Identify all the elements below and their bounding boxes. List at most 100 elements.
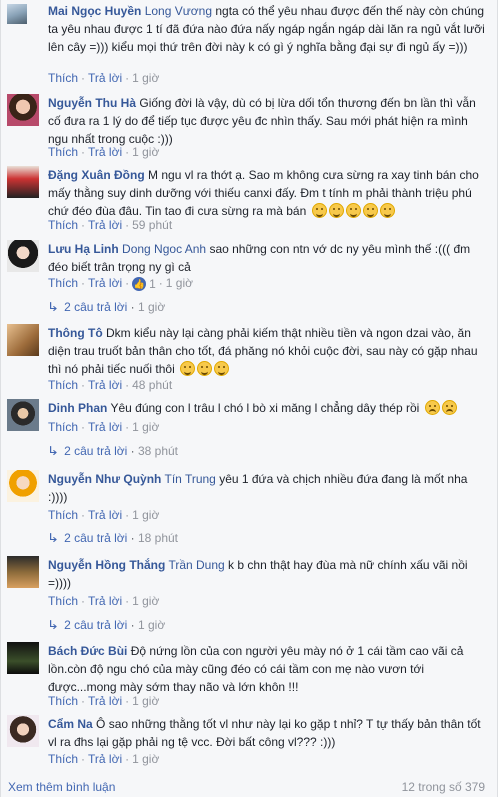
reply-link[interactable]: Trả lời: [88, 218, 122, 232]
commenter-name[interactable]: Nguyễn Thu Hà: [48, 96, 136, 110]
comment-body: Thông Tô Dkm kiểu này lại càng phải kiếm…: [48, 324, 489, 378]
comment-actions: Thích · Trả lời · 1 giờ: [48, 420, 160, 434]
comment-time[interactable]: 48 phút: [132, 378, 172, 392]
comment-time[interactable]: 1 giờ: [166, 276, 193, 290]
replies-link[interactable]: ↳ 2 câu trả lời · 1 giờ: [46, 299, 165, 315]
like-link[interactable]: Thích: [48, 594, 78, 608]
comment-time[interactable]: 1 giờ: [132, 71, 159, 85]
laughing-emoji-icon: [197, 361, 213, 376]
avatar[interactable]: [7, 715, 39, 747]
commenter-name[interactable]: Bách Đức Bùi: [48, 644, 127, 658]
emoji-group: [423, 400, 457, 415]
comment-time[interactable]: 59 phút: [132, 218, 172, 232]
laughing-emoji-icon: [345, 203, 361, 218]
commenter-name[interactable]: Lưu Hạ Linh: [48, 242, 119, 256]
comment-actions: Thích · Trả lời · 1 giờ: [48, 508, 160, 522]
reply-link[interactable]: Trả lời: [88, 145, 122, 159]
like-count[interactable]: 👍 1: [132, 276, 156, 292]
like-link[interactable]: Thích: [48, 378, 78, 392]
like-link[interactable]: Thích: [48, 420, 78, 434]
like-link[interactable]: Thích: [48, 276, 78, 290]
avatar[interactable]: [7, 166, 39, 198]
commenter-name[interactable]: Đặng Xuân Đồng: [48, 168, 145, 182]
comment-item: Dinh Phan Yêu đúng con l trâu l chó l bò…: [7, 399, 489, 463]
replies-link[interactable]: ↳ 2 câu trả lời · 1 giờ: [46, 617, 165, 633]
avatar[interactable]: [7, 470, 39, 502]
comment-body: Cẩm Na Ô sao những thằng tốt vl như này …: [48, 715, 489, 751]
comment-actions: Thích · Trả lời · 1 giờ: [48, 694, 160, 708]
comment-body: Nguyễn Như Quỳnh Tín Trung yêu 1 đứa và …: [48, 470, 489, 506]
emoji-group: [178, 361, 230, 376]
tagged-user[interactable]: Trần Dung: [168, 558, 224, 572]
comments-footer: Xem thêm bình luận 12 trong số 379: [8, 779, 485, 795]
commenter-name[interactable]: Cẩm Na: [48, 717, 93, 731]
reply-arrow-icon: ↳: [46, 300, 60, 314]
comment-body: Đặng Xuân Đồng M ngu vl ra thớt ạ. Sao m…: [48, 166, 489, 220]
thumbs-up-icon: 👍: [132, 276, 147, 291]
reply-link[interactable]: Trả lời: [88, 508, 122, 522]
comment-section: Mai Ngọc Huyền Long Vương ngta có thể yê…: [0, 0, 498, 797]
sad-emoji-icon: [441, 400, 457, 415]
comment-body: Mai Ngọc Huyền Long Vương ngta có thể yê…: [48, 2, 489, 56]
comment-actions: Thích · Trả lời · 1 giờ: [48, 752, 160, 766]
like-link[interactable]: Thích: [48, 145, 78, 159]
commenter-name[interactable]: Thông Tô: [48, 326, 103, 340]
comment-time[interactable]: 1 giờ: [132, 420, 159, 434]
laughing-emoji-icon: [180, 361, 196, 376]
sad-emoji-icon: [424, 400, 440, 415]
reply-link[interactable]: Trả lời: [88, 752, 122, 766]
comment-count: 12 trong số 379: [401, 780, 485, 794]
replies-link[interactable]: ↳ 2 câu trả lời · 18 phút: [46, 530, 178, 546]
avatar[interactable]: [7, 556, 39, 588]
reply-arrow-icon: ↳: [46, 531, 60, 545]
reply-arrow-icon: ↳: [46, 444, 60, 458]
comment-actions: Thích · Trả lời · 👍 1 · 1 giờ: [48, 276, 194, 292]
like-link[interactable]: Thích: [48, 218, 78, 232]
reply-link[interactable]: Trả lời: [88, 594, 122, 608]
avatar[interactable]: [7, 324, 39, 356]
avatar[interactable]: [7, 642, 39, 674]
reply-link[interactable]: Trả lời: [88, 420, 122, 434]
reply-link[interactable]: Trả lời: [88, 378, 122, 392]
emoji-group: [310, 203, 395, 218]
comment-time[interactable]: 1 giờ: [132, 594, 159, 608]
comment-actions: Thích · Trả lời · 48 phút: [48, 378, 173, 392]
avatar[interactable]: [7, 94, 39, 126]
like-link[interactable]: Thích: [48, 508, 78, 522]
comment-actions: Thích · Trả lời · 1 giờ: [48, 145, 160, 159]
avatar[interactable]: [7, 399, 39, 431]
like-link[interactable]: Thích: [48, 752, 78, 766]
replies-link[interactable]: ↳ 2 câu trả lời · 38 phút: [46, 443, 178, 459]
tagged-user[interactable]: Long Vương: [145, 4, 212, 18]
comment-body: Dinh Phan Yêu đúng con l trâu l chó l bò…: [48, 399, 489, 417]
reply-link[interactable]: Trả lời: [88, 276, 122, 290]
comment-time[interactable]: 1 giờ: [132, 694, 159, 708]
commenter-name[interactable]: Mai Ngọc Huyền: [48, 4, 141, 18]
avatar[interactable]: [7, 4, 27, 24]
comment-time[interactable]: 1 giờ: [132, 145, 159, 159]
commenter-name[interactable]: Nguyễn Như Quỳnh: [48, 472, 161, 486]
comment-time[interactable]: 1 giờ: [132, 508, 159, 522]
laughing-emoji-icon: [328, 203, 344, 218]
comment-item: Đặng Xuân Đồng M ngu vl ra thớt ạ. Sao m…: [7, 166, 489, 232]
commenter-name[interactable]: Dinh Phan: [48, 401, 107, 415]
tagged-user[interactable]: Tín Trung: [164, 472, 215, 486]
comment-item: Thông Tô Dkm kiểu này lại càng phải kiếm…: [7, 324, 489, 394]
comment-text: Yêu đúng con l trâu l chó l bò xi măng l…: [110, 401, 420, 415]
tagged-user[interactable]: Dong Ngoc Anh: [122, 242, 206, 256]
comment-item: Nguyễn Như Quỳnh Tín Trung yêu 1 đứa và …: [7, 470, 489, 548]
like-link[interactable]: Thích: [48, 71, 78, 85]
avatar[interactable]: [7, 240, 39, 272]
reply-link[interactable]: Trả lời: [88, 694, 122, 708]
commenter-name[interactable]: Nguyễn Hồng Thắng: [48, 558, 165, 572]
like-link[interactable]: Thích: [48, 694, 78, 708]
reply-link[interactable]: Trả lời: [88, 71, 122, 85]
comment-body: Lưu Hạ Linh Dong Ngoc Anh sao những con …: [48, 240, 489, 276]
comment-body: Nguyễn Thu Hà Giống đời là vậy, dù có bị…: [48, 94, 489, 148]
comment-body: Nguyễn Hồng Thắng Trần Dung k b chn thật…: [48, 556, 489, 592]
comment-item: Nguyễn Thu Hà Giống đời là vậy, dù có bị…: [7, 94, 489, 160]
laughing-emoji-icon: [311, 203, 327, 218]
reply-arrow-icon: ↳: [46, 618, 60, 632]
comment-time[interactable]: 1 giờ: [132, 752, 159, 766]
view-more-comments-link[interactable]: Xem thêm bình luận: [8, 780, 115, 794]
